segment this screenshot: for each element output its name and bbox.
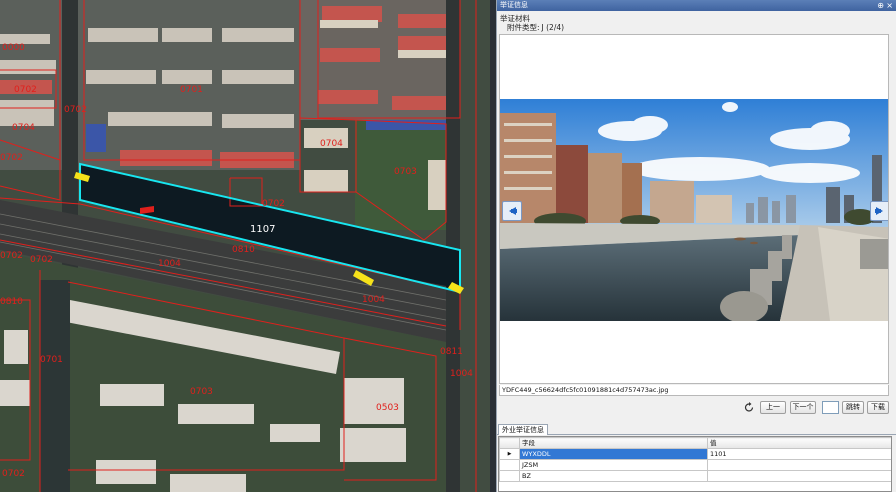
value-cell[interactable] <box>707 470 891 482</box>
map-canvas[interactable]: 0000 0702 0701 0702 0704 0702 0704 0703 … <box>0 0 490 492</box>
parcel-label: 0703 <box>394 167 417 177</box>
attachment-type-label: 附件类型: <box>507 23 540 32</box>
prev-image-arrow[interactable] <box>502 201 522 221</box>
parcel-label: 0702 <box>14 85 37 95</box>
parcel-label: 1004 <box>158 259 181 269</box>
close-icon[interactable]: × <box>886 0 893 11</box>
column-header-value[interactable]: 值 <box>707 437 891 449</box>
evidence-panel: 举证信息 ⊕ × 举证材料 附件类型: J (2/4) YDFC449_c566… <box>496 0 896 492</box>
attachment-type-value: J (2/4) <box>541 23 565 32</box>
parcel-label: 1004 <box>362 295 385 305</box>
parcel-label: 0701 <box>40 355 63 365</box>
parcel-label: 0703 <box>190 387 213 397</box>
row-indicator-icon: ▶ <box>499 448 520 460</box>
parcel-label: 0701 <box>180 85 203 95</box>
value-cell[interactable]: 1101 <box>707 448 891 460</box>
parcel-label: 0000 <box>2 43 25 53</box>
parcel-label: 1004 <box>450 369 473 379</box>
attachment-type-row: 附件类型: J (2/4) <box>497 22 896 34</box>
parcel-label: 0702 <box>0 251 23 261</box>
field-cell[interactable]: JZSM <box>519 459 708 471</box>
parcel-label: 0702 <box>0 153 23 163</box>
table-header-row: 字段 值 <box>499 437 891 449</box>
attribute-table: 字段 值 ▶ WYXDDL 1101 JZSM BZ <box>499 437 891 482</box>
table-row[interactable]: BZ <box>499 470 891 482</box>
parcel-label: 0702 <box>30 255 53 265</box>
image-viewer[interactable] <box>499 34 889 384</box>
map-view[interactable]: 0000 0702 0701 0702 0704 0702 0704 0703 … <box>0 0 490 492</box>
panel-title: 举证信息 <box>500 1 528 9</box>
field-cell[interactable]: BZ <box>519 470 708 482</box>
parcel-label: 0702 <box>262 199 285 209</box>
jump-button[interactable]: 跳转 <box>842 401 864 414</box>
download-button[interactable]: 下载 <box>867 401 889 414</box>
image-filename: YDFC449_c56624dfc5fc01091881c4d757473ac.… <box>499 385 889 396</box>
row-indicator-header <box>499 437 520 449</box>
panel-titlebar: 举证信息 ⊕ × <box>497 0 896 11</box>
table-row[interactable]: JZSM <box>499 459 891 471</box>
prev-button[interactable]: 上一 <box>760 401 786 414</box>
app-window: 0000 0702 0701 0702 0704 0702 0704 0703 … <box>0 0 896 492</box>
parcel-label: 0704 <box>320 139 343 149</box>
parcel-label: 0811 <box>440 347 463 357</box>
parcel-label: 0702 <box>64 105 87 115</box>
next-button[interactable]: 下一个 <box>790 401 816 414</box>
parcel-label: 0810 <box>0 297 23 307</box>
refresh-icon[interactable] <box>743 401 755 414</box>
arrow-left-icon <box>509 207 517 215</box>
evidence-photo <box>500 99 888 321</box>
page-number-input[interactable] <box>822 401 839 414</box>
tab-field-evidence-info[interactable]: 外业举证信息 <box>498 424 548 435</box>
arrow-right-icon <box>875 207 883 215</box>
column-header-field[interactable]: 字段 <box>519 437 708 449</box>
section-label: 举证材料 <box>500 14 530 23</box>
table-row[interactable]: ▶ WYXDDL 1101 <box>499 448 891 460</box>
next-image-arrow[interactable] <box>870 201 888 221</box>
value-cell[interactable] <box>707 459 891 471</box>
row-indicator-icon <box>499 470 520 482</box>
tab-strip: 外业举证信息 <box>497 423 896 435</box>
selected-parcel-label: 1107 <box>250 224 275 235</box>
viewer-controls: 上一 下一个 跳转 下载 <box>497 400 893 416</box>
row-indicator-icon <box>499 459 520 471</box>
parcel-label: 0702 <box>2 469 25 479</box>
attribute-grid[interactable]: 字段 值 ▶ WYXDDL 1101 JZSM BZ <box>498 436 892 492</box>
parcel-label: 0704 <box>12 123 35 133</box>
parcel-label: 0503 <box>376 403 399 413</box>
parcel-label: 0810 <box>232 245 255 255</box>
field-cell[interactable]: WYXDDL <box>519 448 708 460</box>
pin-icon[interactable]: ⊕ <box>877 0 884 11</box>
